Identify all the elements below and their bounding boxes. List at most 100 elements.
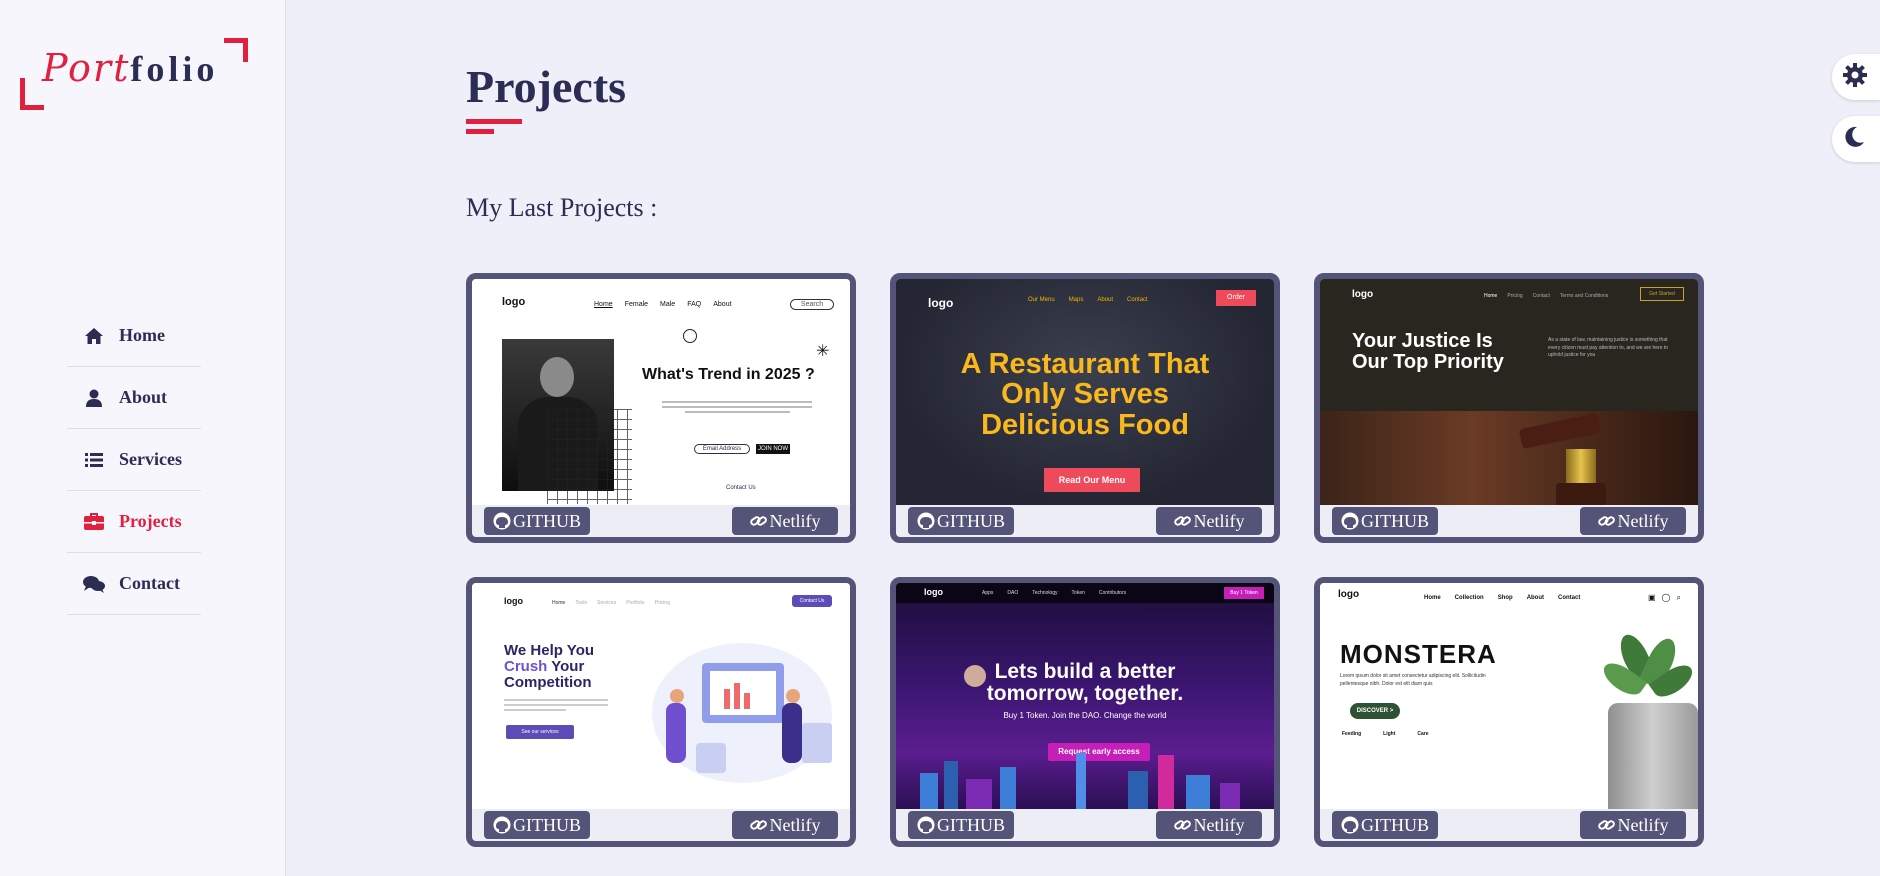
github-button[interactable]: GITHUB	[484, 507, 590, 535]
preview-headline: We Help You Crush Your Competition	[504, 643, 594, 690]
sidebar-item-home[interactable]: Home	[67, 305, 201, 367]
github-button[interactable]: GITHUB	[908, 811, 1014, 839]
moon-icon	[1842, 125, 1866, 154]
preview-nav-item: Shop	[1497, 595, 1513, 601]
gear-icon	[1842, 62, 1868, 93]
github-icon	[493, 816, 511, 834]
netlify-button[interactable]: Netlify	[1580, 507, 1686, 535]
project-preview-marketing[interactable]: logo Home Tools Services Portfolio Prici…	[472, 583, 850, 809]
preview-headline-line: Only Serves	[1001, 378, 1169, 411]
preview-headline: Lets build a better tomorrow, together.	[896, 660, 1274, 705]
preview-feature: Feeding	[1342, 731, 1362, 737]
sidebar-item-label: Services	[119, 449, 182, 469]
dark-mode-toggle[interactable]	[1832, 116, 1880, 162]
link-icon	[1597, 816, 1616, 834]
link-icon	[1173, 512, 1192, 530]
preview-nav-item: Contact	[1532, 293, 1550, 299]
link-icon	[749, 816, 768, 834]
preview-started-button: Get Started	[1640, 287, 1684, 301]
sidebar-item-label: Projects	[119, 511, 182, 531]
netlify-button[interactable]: Netlify	[1156, 811, 1262, 839]
github-label: GITHUB	[937, 814, 1005, 835]
preview-headline-line: We Help You	[504, 642, 595, 659]
preview-headline-accent: Crush	[504, 657, 548, 675]
netlify-button[interactable]: Netlify	[732, 811, 838, 839]
preview-nav-item: Maps	[1068, 297, 1084, 303]
preview-body: Lorem ipsum dolor sit amet consectetur a…	[1340, 673, 1486, 687]
preview-nav-item: Apps	[982, 590, 994, 596]
sidebar-item-label: About	[119, 387, 168, 407]
briefcase-icon	[83, 511, 105, 533]
project-preview-plants[interactable]: logo Home Collection Shop About Contact …	[1320, 583, 1698, 809]
project-card: logo Home Female Male FAQ About Search W…	[466, 273, 856, 543]
netlify-label: Netlify	[769, 814, 821, 835]
preview-nav: Home Pricing Contact Terms and Condition…	[1484, 293, 1608, 299]
sidebar-item-projects[interactable]: Projects	[67, 491, 201, 553]
preview-headline: Your Justice Is Our Top Priority	[1352, 331, 1504, 373]
preview-headline-line: Our Top Priority	[1352, 351, 1504, 373]
preview-nav-item: Home	[1484, 293, 1498, 299]
preview-nav-item: Female	[624, 301, 649, 308]
project-card: logo Home Pricing Contact Terms and Cond…	[1314, 273, 1704, 543]
sparkle-icon: ✳	[816, 343, 830, 360]
list-icon	[83, 449, 105, 471]
preview-logo: logo	[504, 596, 523, 606]
title-underline-short	[466, 129, 494, 134]
preview-headline: A Restaurant That Only Serves Delicious …	[896, 348, 1274, 441]
github-button[interactable]: GITHUB	[484, 811, 590, 839]
preview-logo: logo	[1352, 289, 1374, 300]
github-button[interactable]: GITHUB	[1332, 507, 1438, 535]
preview-nav-item: Token	[1071, 590, 1085, 596]
preview-headline-word: Your	[547, 657, 585, 675]
project-preview-fashion[interactable]: logo Home Female Male FAQ About Search W…	[472, 279, 850, 505]
github-button[interactable]: GITHUB	[1332, 811, 1438, 839]
preview-nav: Home Tools Services Portfolio Pricing	[552, 600, 670, 606]
sidebar-item-contact[interactable]: Contact	[67, 553, 201, 615]
project-preview-restaurant[interactable]: logo Our Menu Maps About Contact Order A…	[896, 279, 1274, 505]
preview-feature: Light	[1383, 731, 1396, 737]
preview-buy-button: Buy 1 Token	[1224, 587, 1264, 599]
preview-nav-item: Portfolio	[626, 600, 645, 606]
link-icon	[1173, 816, 1192, 834]
preview-nav-item: Terms and Conditions	[1559, 293, 1609, 299]
netlify-label: Netlify	[1617, 814, 1669, 835]
project-card: logo Our Menu Maps About Contact Order A…	[890, 273, 1280, 543]
preview-headline-line: Lets build a better	[994, 660, 1176, 683]
project-card: logo Home Tools Services Portfolio Prici…	[466, 577, 856, 847]
netlify-label: Netlify	[1617, 510, 1669, 531]
preview-header-icons: ▣◯⌕	[1648, 593, 1687, 602]
logo-text-part1: Port	[42, 46, 131, 90]
preview-logo: logo	[502, 296, 526, 308]
sidebar-item-services[interactable]: Services	[67, 429, 201, 491]
netlify-button[interactable]: Netlify	[732, 507, 838, 535]
preview-nav-item: FAQ	[687, 301, 702, 308]
netlify-button[interactable]: Netlify	[1156, 507, 1262, 535]
preview-nav-item: Home	[594, 301, 613, 308]
logo-corner-top-left	[20, 78, 44, 110]
preview-menu-button: Read Our Menu	[1044, 468, 1140, 492]
github-icon	[1341, 512, 1359, 530]
github-button[interactable]: GITHUB	[908, 507, 1014, 535]
project-preview-dao[interactable]: logo Apps DAO Technology Token Contribut…	[896, 583, 1274, 809]
preview-nav: Our Menu Maps About Contact	[1028, 297, 1148, 303]
netlify-button[interactable]: Netlify	[1580, 811, 1686, 839]
sidebar-item-about[interactable]: About	[67, 367, 201, 429]
preview-feature: Care	[1417, 731, 1429, 737]
preview-nav-item: Tools	[575, 600, 588, 606]
portfolio-logo[interactable]: Portfolio	[20, 38, 248, 110]
preview-discover-button: DISCOVER >	[1350, 703, 1400, 719]
preview-headline-line: Your Justice Is	[1352, 330, 1493, 352]
settings-button[interactable]	[1832, 54, 1880, 100]
preview-logo: logo	[1338, 589, 1360, 600]
sidebar: Portfolio Home About Services Projects C…	[0, 0, 286, 876]
netlify-label: Netlify	[769, 510, 821, 531]
projects-grid: logo Home Female Male FAQ About Search W…	[466, 273, 1704, 847]
title-underline	[466, 119, 522, 124]
preview-footer: Contact Us	[726, 485, 756, 491]
preview-nav-item: About	[1526, 595, 1545, 601]
preview-headline-line: A Restaurant That	[960, 348, 1210, 380]
logo-corner-bottom-right	[224, 38, 248, 62]
project-preview-justice[interactable]: logo Home Pricing Contact Terms and Cond…	[1320, 279, 1698, 505]
sidebar-item-label: Home	[119, 325, 165, 345]
preview-city-skyline	[896, 753, 1274, 809]
